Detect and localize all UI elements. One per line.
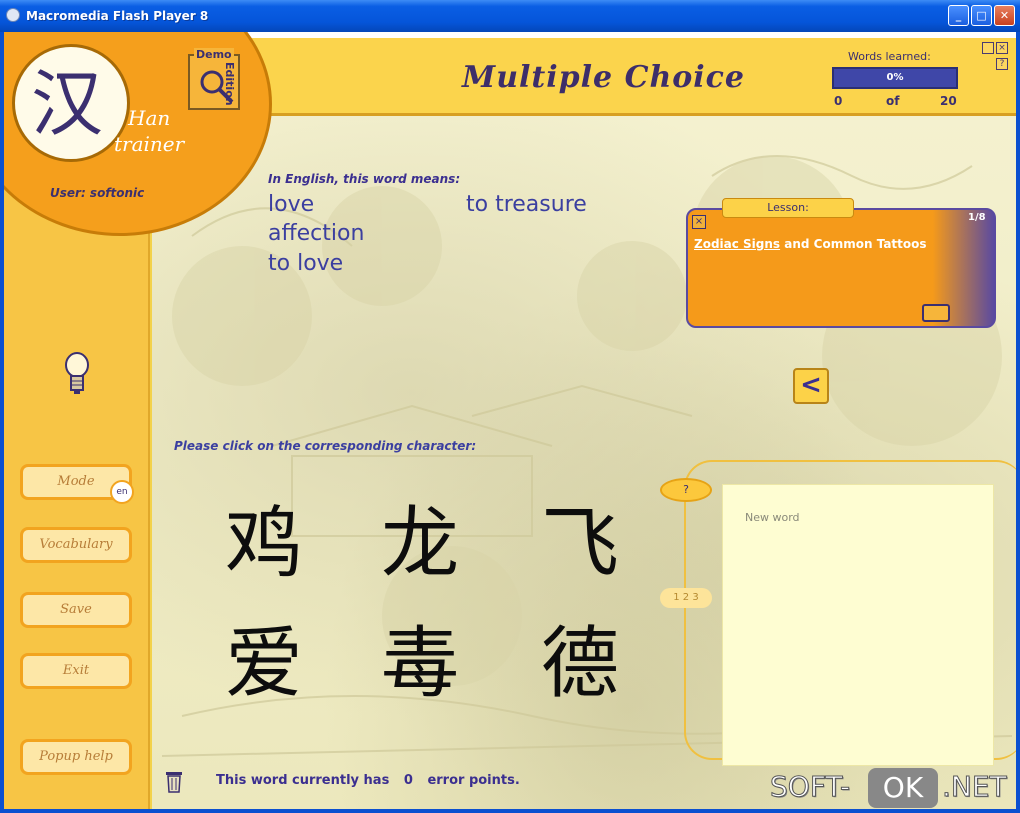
lesson-document-icon[interactable]: [922, 304, 950, 322]
progress-percent: 0%: [886, 72, 904, 83]
of-label: of: [886, 94, 900, 108]
character-choice[interactable]: 龙: [365, 494, 475, 594]
window-frame-bottom: [0, 809, 1020, 813]
minimize-button[interactable]: _: [948, 5, 969, 26]
error-status: This word currently has 0 error points.: [216, 773, 520, 788]
page-title: Multiple Choice: [462, 60, 746, 95]
window-titlebar[interactable]: Macromedia Flash Player 8 _ □ ✕: [0, 0, 1020, 32]
character-instruction: Please click on the corresponding charac…: [174, 439, 477, 453]
new-word-panel: New word: [722, 484, 994, 766]
exit-button[interactable]: Exit: [20, 653, 132, 689]
lesson-title-rest: and Common Tattoos: [780, 237, 927, 251]
trash-icon[interactable]: [164, 768, 184, 794]
character-choice[interactable]: 鸡: [209, 494, 319, 594]
watermark-soft: SOFT-: [769, 770, 851, 804]
words-learned-label: Words learned:: [848, 50, 931, 63]
flash-stage: Multiple Choice 汉 Han trainer User: soft…: [4, 32, 1016, 809]
meaning-item: affection: [268, 221, 365, 246]
learned-count: 0: [834, 94, 843, 108]
logo-name-han: Han: [128, 106, 171, 130]
total-count: 20: [940, 94, 957, 108]
help-icon[interactable]: ?: [996, 58, 1008, 70]
meaning-prompt: In English, this word means:: [268, 172, 461, 186]
meaning-item: love: [268, 192, 315, 217]
character-choice[interactable]: 飞: [525, 494, 635, 594]
character-choices: 鸡 龙 飞 爱 毒 德: [209, 494, 629, 724]
lesson-title: Zodiac Signs and Common Tattoos: [694, 237, 927, 251]
corner-controls: × ?: [980, 42, 1010, 76]
lightbulb-icon[interactable]: [62, 350, 92, 400]
lesson-counter: 1/8: [968, 212, 986, 223]
lesson-link[interactable]: Zodiac Signs: [694, 237, 780, 251]
new-word-label: New word: [745, 511, 800, 524]
error-count: 0: [403, 773, 413, 788]
character-choice[interactable]: 毒: [365, 614, 475, 714]
logo-character: 汉: [31, 62, 104, 146]
back-arrow-button[interactable]: <: [793, 368, 829, 404]
lesson-close-icon[interactable]: ×: [692, 215, 706, 229]
logo-name-trainer: trainer: [114, 132, 185, 156]
language-badge[interactable]: en: [110, 480, 134, 504]
watermark-ok: OK: [868, 768, 938, 808]
demo-label: Demo: [194, 48, 234, 61]
save-button[interactable]: Save: [20, 592, 132, 628]
popup-help-button[interactable]: Popup help: [20, 739, 132, 775]
character-choice[interactable]: 德: [525, 614, 635, 714]
status-text-after: error points.: [427, 773, 520, 788]
close-app-icon[interactable]: ×: [996, 42, 1008, 54]
page-selector[interactable]: 1 2 3: [660, 588, 712, 608]
lesson-tab: Lesson:: [722, 198, 854, 218]
current-user: User: softonic: [50, 186, 145, 200]
maximize-button[interactable]: □: [971, 5, 992, 26]
character-choice[interactable]: 爱: [209, 614, 319, 714]
logo-circle: 汉: [12, 44, 130, 162]
magnifier-icon: [200, 70, 234, 104]
meaning-item: to treasure: [466, 192, 587, 217]
help-button[interactable]: ?: [660, 478, 712, 502]
meaning-item: to love: [268, 251, 344, 276]
words-learned-progress-bar: 0%: [832, 67, 958, 89]
window-title: Macromedia Flash Player 8: [26, 9, 209, 23]
window-frame-right: [1016, 32, 1020, 813]
close-button[interactable]: ✕: [994, 5, 1015, 26]
watermark-net: .NET: [942, 770, 1008, 804]
flash-player-icon: [6, 8, 20, 22]
vocabulary-button[interactable]: Vocabulary: [20, 527, 132, 563]
window-mode-icon[interactable]: [982, 42, 994, 54]
status-text-before: This word currently has: [216, 773, 390, 788]
